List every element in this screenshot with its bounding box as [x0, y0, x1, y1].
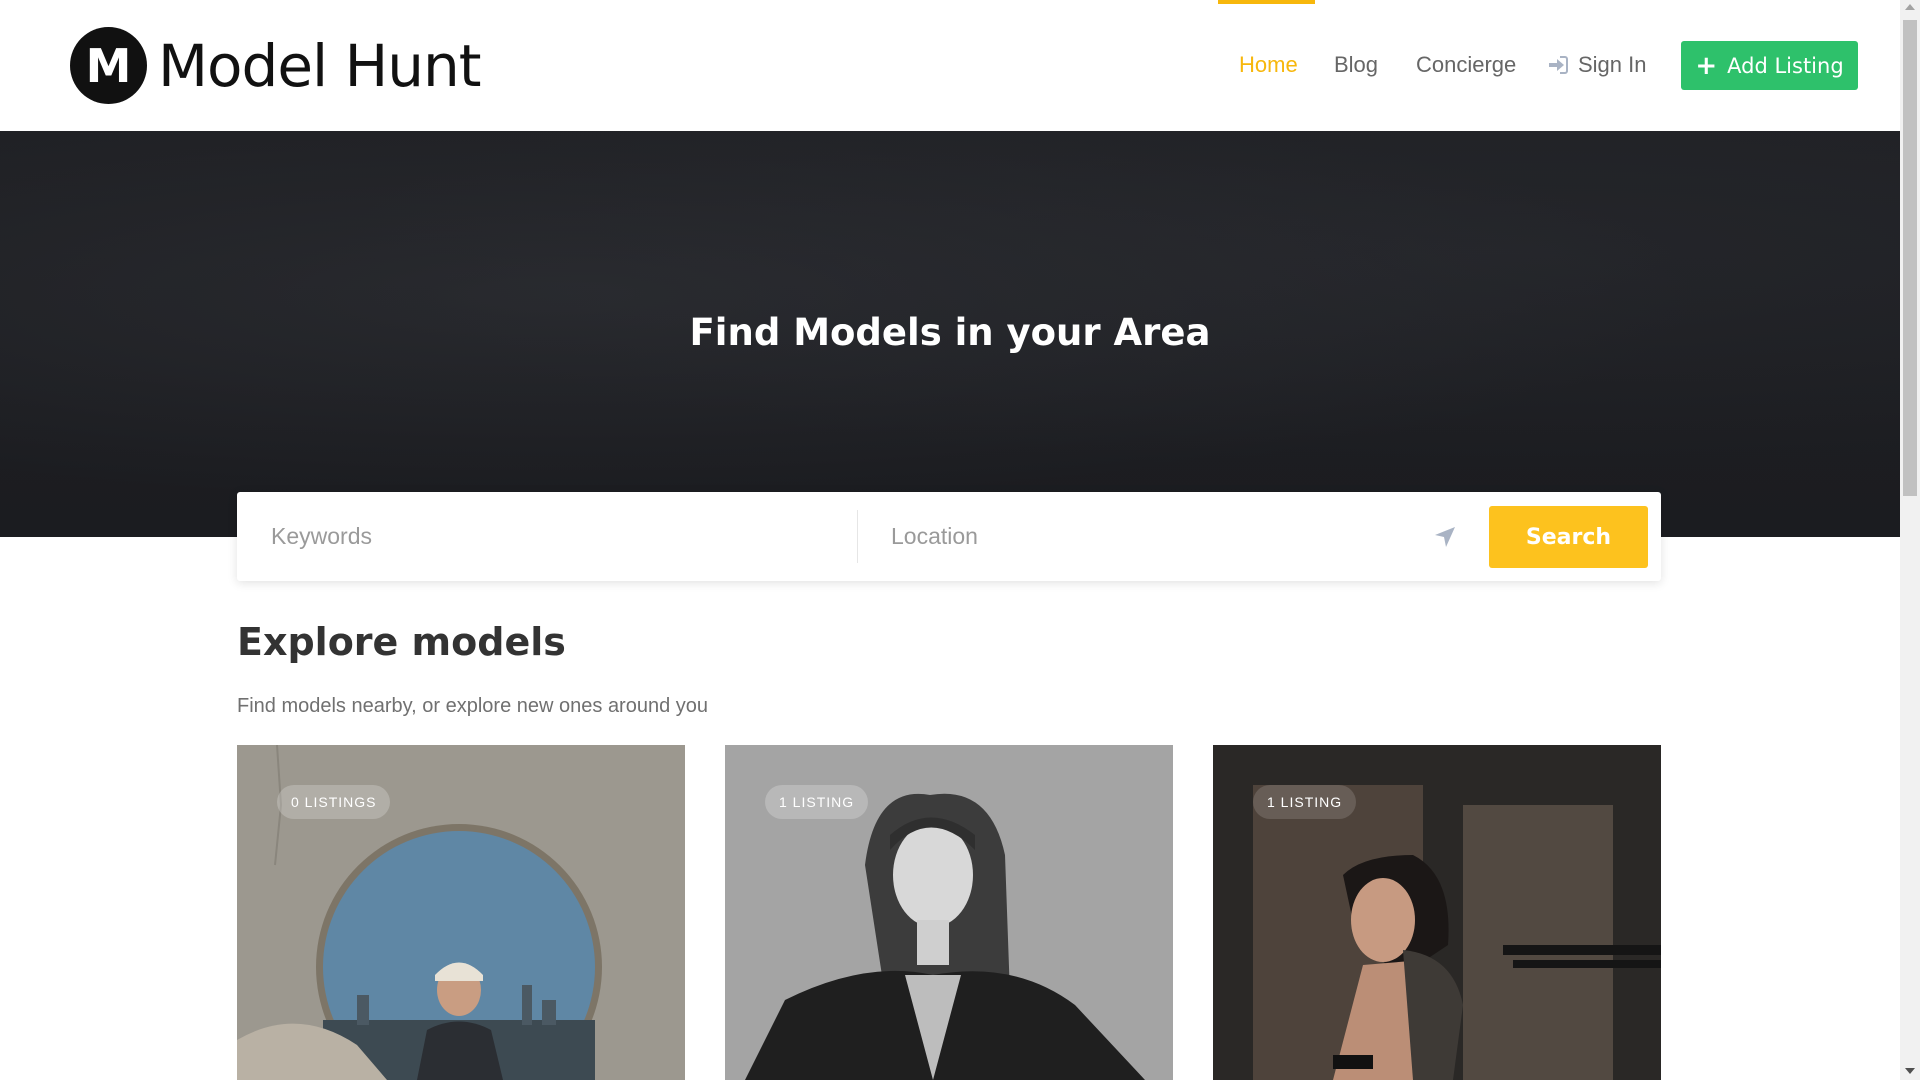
page-scrollbar[interactable] [1900, 0, 1920, 1080]
explore-subtitle: Find models nearby, or explore new ones … [237, 695, 709, 717]
model-card[interactable]: 1 LISTING [725, 745, 1173, 1080]
hero-banner: Find Models in your Area [0, 131, 1900, 537]
nav-sign-in[interactable]: Sign In [1548, 52, 1647, 78]
logo-mark: M [70, 27, 147, 104]
nav-blog[interactable]: Blog [1334, 52, 1378, 78]
explore-title: Explore models [237, 620, 566, 664]
main-nav: Home Blog Concierge Sign In + Add Listin… [1200, 0, 1900, 131]
scrollbar-thumb[interactable] [1903, 20, 1917, 496]
logo-link[interactable]: M Model Hunt [70, 27, 481, 104]
location-input[interactable] [858, 492, 1458, 581]
logo-text: Model Hunt [158, 31, 481, 100]
sign-in-label: Sign In [1578, 52, 1647, 77]
scroll-down-icon[interactable] [1905, 1068, 1915, 1074]
listing-count-badge: 0 LISTINGS [277, 785, 391, 819]
locate-me-icon[interactable] [1434, 526, 1456, 548]
search-bar: Search [237, 492, 1661, 581]
add-listing-button[interactable]: + Add Listing [1681, 41, 1858, 90]
site-header: M Model Hunt Home Blog Concierge Sign In… [0, 0, 1900, 131]
keywords-input[interactable] [237, 492, 857, 581]
nav-concierge[interactable]: Concierge [1416, 52, 1516, 78]
plus-icon: + [1695, 50, 1718, 81]
scroll-up-icon[interactable] [1905, 4, 1915, 10]
hero-title: Find Models in your Area [689, 311, 1211, 354]
listing-count-badge: 1 LISTING [765, 785, 869, 819]
nav-home[interactable]: Home [1239, 52, 1298, 78]
sign-in-icon [1549, 56, 1568, 74]
model-card[interactable]: 0 LISTINGS [237, 745, 685, 1080]
search-button[interactable]: Search [1489, 506, 1648, 568]
listing-count-badge: 1 LISTING [1253, 785, 1357, 819]
add-listing-label: Add Listing [1727, 53, 1844, 78]
model-card[interactable]: 1 LISTING [1213, 745, 1661, 1080]
nav-active-indicator [1218, 0, 1315, 4]
